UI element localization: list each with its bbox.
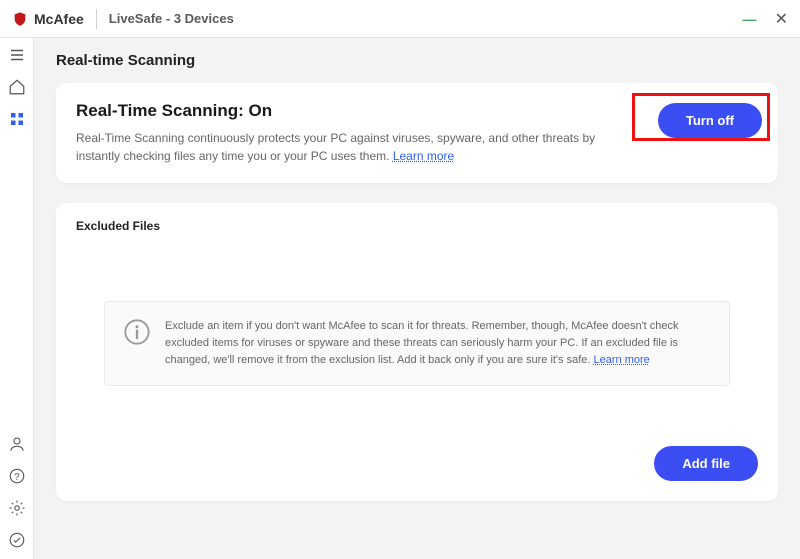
close-button[interactable]: ✕ (775, 9, 788, 29)
status-description-text: Real-Time Scanning continuously protects… (76, 131, 595, 163)
svg-text:?: ? (14, 472, 20, 483)
account-icon[interactable] (8, 435, 26, 453)
divider (96, 9, 97, 29)
sidebar: ? (0, 38, 34, 559)
feedback-icon[interactable] (8, 531, 26, 549)
product-name: LiveSafe - 3 Devices (109, 11, 234, 26)
status-description: Real-Time Scanning continuously protects… (76, 129, 596, 165)
add-file-button[interactable]: Add file (654, 446, 758, 481)
minimize-button[interactable]: — (743, 11, 757, 27)
learn-more-link[interactable]: Learn more (393, 149, 454, 163)
excluded-files-card: Excluded Files Exclude an item if you do… (56, 203, 778, 501)
excluded-learn-more-link[interactable]: Learn more (594, 354, 650, 366)
titlebar: McAfee LiveSafe - 3 Devices — ✕ (0, 0, 800, 38)
realtime-scanning-card: Real-Time Scanning: On Real-Time Scannin… (56, 83, 778, 183)
settings-icon[interactable] (8, 499, 26, 517)
help-icon[interactable]: ? (8, 467, 26, 485)
home-icon[interactable] (8, 78, 26, 96)
mcafee-shield-icon (12, 10, 28, 28)
page-title: Real-time Scanning (56, 52, 778, 69)
main-content: Real-time Scanning Real-Time Scanning: O… (34, 38, 800, 559)
brand: McAfee (12, 10, 84, 28)
menu-icon[interactable] (8, 46, 26, 64)
excluded-info-text: Exclude an item if you don't want McAfee… (165, 318, 711, 369)
status-heading: Real-Time Scanning: On (76, 101, 758, 121)
body: ? Real-time Scanning Real-Time Scanning:… (0, 38, 800, 559)
turn-off-button[interactable]: Turn off (658, 103, 762, 138)
excluded-heading: Excluded Files (76, 219, 758, 233)
window-controls: — ✕ (743, 9, 788, 29)
apps-icon[interactable] (8, 110, 26, 128)
brand-name: McAfee (34, 11, 84, 27)
add-file-row: Add file (76, 446, 758, 481)
info-icon (123, 318, 151, 346)
excluded-info-box: Exclude an item if you don't want McAfee… (104, 301, 730, 386)
